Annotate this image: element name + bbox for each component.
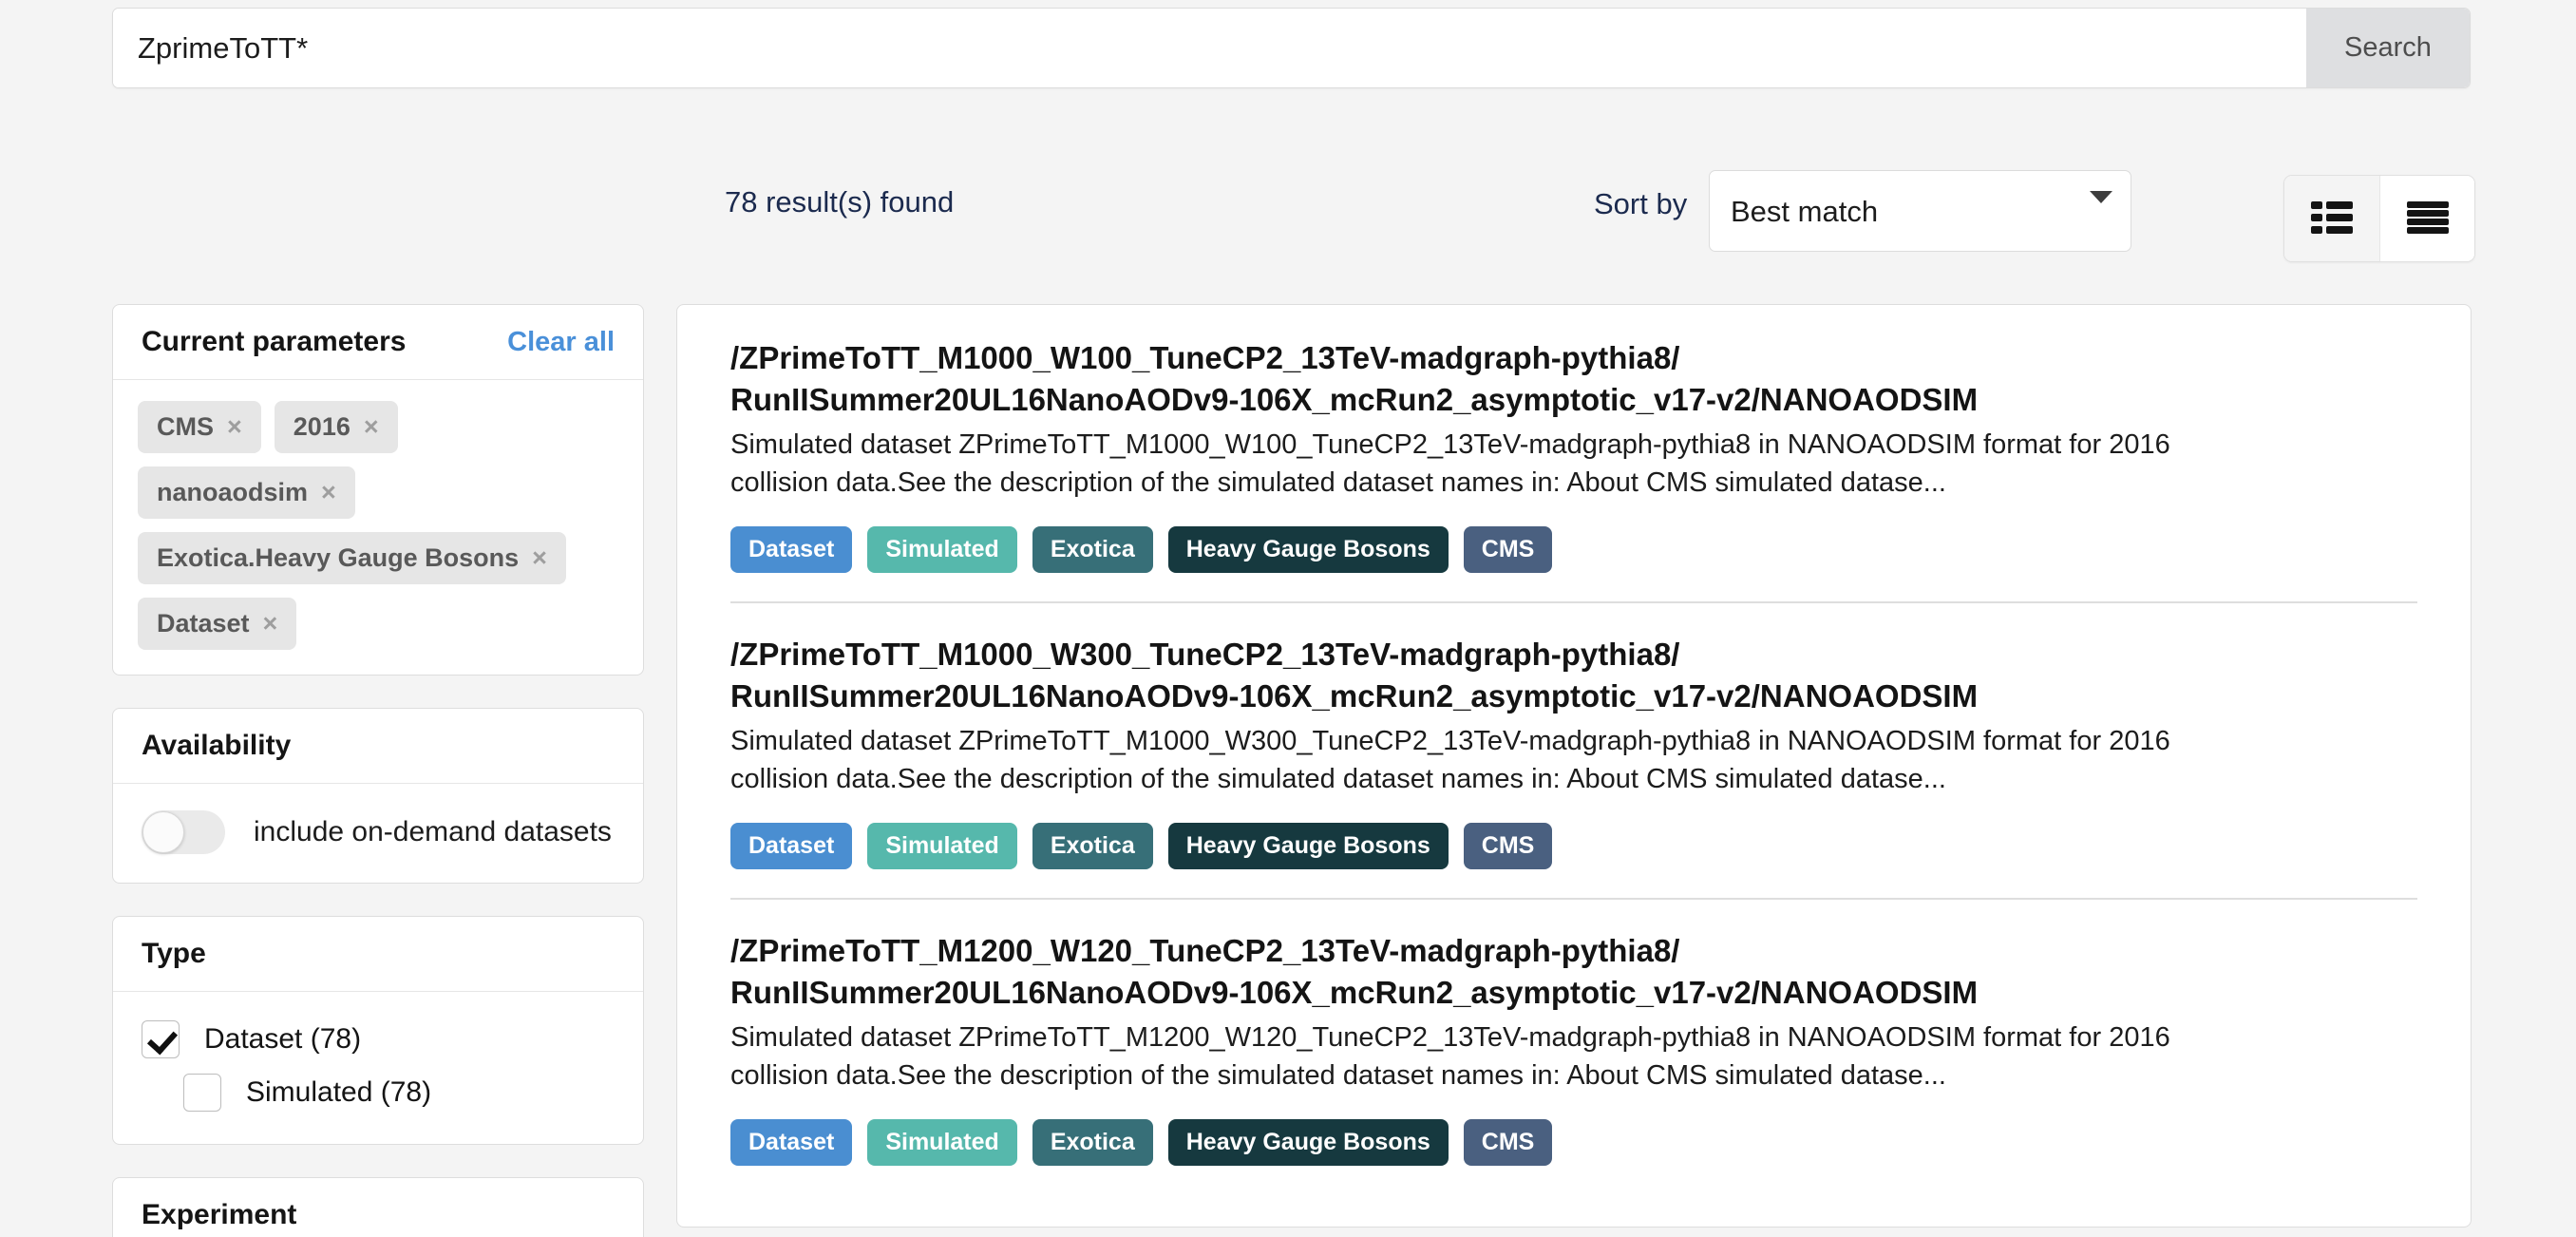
result-tag[interactable]: Exotica [1032, 1119, 1153, 1167]
clear-all-button[interactable]: Clear all [507, 327, 615, 358]
filter-chip[interactable]: nanoaodsim × [138, 466, 355, 519]
page-root: Search 78 result(s) found Sort by Best m… [0, 0, 2576, 1237]
filters-sidebar: Current parameters Clear all CMS × 2016 × na… [112, 304, 644, 1237]
results-toolbar: 78 result(s) found Sort by Best match [0, 162, 2576, 277]
result-description: Simulated dataset ZPrimeToTT_M1200_W120_… [730, 1022, 2170, 1092]
view-grid-button[interactable] [2284, 176, 2379, 261]
search-input[interactable] [113, 9, 2306, 87]
result-title[interactable]: /ZPrimeToTT_M1000_W100_TuneCP2_13TeV-mad… [730, 337, 2417, 420]
sort-by-label: Sort by [1594, 187, 1688, 220]
result-tag[interactable]: Dataset [730, 1119, 853, 1167]
on-demand-toggle[interactable] [142, 810, 225, 854]
result-title-line1: /ZPrimeToTT_M1200_W120_TuneCP2_13TeV-mad… [730, 933, 1680, 969]
on-demand-toggle-label: include on-demand datasets [254, 816, 612, 847]
current-parameters-card: Current parameters Clear all CMS × 2016 × na… [112, 304, 644, 676]
experiment-header: Experiment [113, 1178, 643, 1237]
result-title-line2: RunIISummer20UL16NanoAODv9-106X_mcRun2_a… [730, 974, 1979, 1010]
active-filter-chips: CMS × 2016 × nanoaodsim × Exotica.Heavy Gauge … [138, 401, 618, 650]
type-header: Type [113, 917, 643, 992]
result-tag[interactable]: Heavy Gauge Bosons [1167, 1119, 1449, 1167]
result-title-line1: /ZPrimeToTT_M1000_W100_TuneCP2_13TeV-mad… [730, 340, 1680, 375]
experiment-title: Experiment [142, 1199, 297, 1230]
filter-chip[interactable]: Exotica.Heavy Gauge Bosons × [138, 532, 566, 584]
result-title-line2: RunIISummer20UL16NanoAODv9-106X_mcRun2_a… [730, 381, 1979, 417]
on-demand-toggle-row: include on-demand datasets [138, 805, 618, 858]
bars-icon [2406, 200, 2449, 237]
view-mode-toggle [2283, 175, 2475, 262]
type-body: Dataset (78) Simulated (78) [113, 992, 643, 1144]
checkbox-icon[interactable] [183, 1074, 221, 1112]
filter-checkbox-row[interactable]: Dataset (78) [138, 1013, 618, 1066]
result-tags: Dataset Simulated Exotica Heavy Gauge Boson… [730, 823, 2417, 870]
current-parameters-header: Current parameters Clear all [113, 305, 643, 380]
result-item: /ZPrimeToTT_M1000_W300_TuneCP2_13TeV-mad… [677, 601, 2471, 898]
result-tag[interactable]: Dataset [730, 526, 853, 574]
checkbox-checked-icon[interactable] [142, 1020, 180, 1058]
type-card: Type Dataset (78) Simulated (78) [112, 916, 644, 1145]
result-tag[interactable]: CMS [1463, 526, 1553, 574]
results-panel: /ZPrimeToTT_M1000_W100_TuneCP2_13TeV-mad… [676, 304, 2472, 1227]
close-icon[interactable]: × [532, 545, 547, 571]
result-tag[interactable]: Exotica [1032, 526, 1153, 574]
result-tag[interactable]: CMS [1463, 1119, 1553, 1167]
close-icon[interactable]: × [364, 414, 379, 440]
sort-select[interactable]: Best match [1709, 170, 2131, 252]
filter-chip-label: Exotica.Heavy Gauge Bosons [157, 543, 520, 572]
toggle-knob [142, 811, 184, 853]
experiment-card: Experiment CMS (78) [112, 1177, 644, 1237]
filter-chip-label: CMS [157, 412, 214, 441]
result-item: /ZPrimeToTT_M1000_W100_TuneCP2_13TeV-mad… [677, 305, 2471, 601]
search-bar: Search [112, 8, 2471, 88]
view-list-button[interactable] [2379, 176, 2474, 261]
filter-chip[interactable]: 2016 × [274, 401, 398, 453]
result-tag[interactable]: Simulated [867, 526, 1017, 574]
result-tag[interactable]: Exotica [1032, 823, 1153, 870]
filter-chip-label: nanoaodsim [157, 478, 309, 506]
result-count: 78 result(s) found [725, 185, 955, 219]
th-list-icon [2311, 200, 2353, 237]
result-item: /ZPrimeToTT_M1200_W120_TuneCP2_13TeV-mad… [677, 898, 2471, 1194]
availability-header: Availability [113, 709, 643, 784]
search-button[interactable]: Search [2306, 9, 2470, 87]
result-description: Simulated dataset ZPrimeToTT_M1000_W300_… [730, 726, 2170, 795]
sort-select-wrapper: Best match [1709, 170, 2131, 252]
result-tags: Dataset Simulated Exotica Heavy Gauge Boson… [730, 1119, 2417, 1167]
availability-body: include on-demand datasets [113, 784, 643, 883]
result-tag[interactable]: Heavy Gauge Bosons [1167, 823, 1449, 870]
result-tag[interactable]: Heavy Gauge Bosons [1167, 526, 1449, 574]
result-tag[interactable]: Dataset [730, 823, 853, 870]
result-tag[interactable]: CMS [1463, 823, 1553, 870]
availability-card: Availability include on-demand datasets [112, 708, 644, 884]
close-icon[interactable]: × [263, 611, 278, 637]
result-description: Simulated dataset ZPrimeToTT_M1000_W100_… [730, 429, 2170, 499]
result-title[interactable]: /ZPrimeToTT_M1200_W120_TuneCP2_13TeV-mad… [730, 930, 2417, 1013]
result-tag[interactable]: Simulated [867, 823, 1017, 870]
filter-chip-label: 2016 [293, 412, 350, 441]
result-tag[interactable]: Simulated [867, 1119, 1017, 1167]
result-tags: Dataset Simulated Exotica Heavy Gauge Boson… [730, 526, 2417, 574]
close-icon[interactable]: × [321, 480, 336, 505]
current-parameters-body: CMS × 2016 × nanoaodsim × Exotica.Heavy Gauge … [113, 380, 643, 675]
filter-checkbox-label: Dataset (78) [204, 1023, 362, 1055]
availability-title: Availability [142, 730, 292, 761]
type-title: Type [142, 938, 206, 969]
filter-chip[interactable]: CMS × [138, 401, 261, 453]
filter-checkbox-label: Simulated (78) [246, 1076, 432, 1108]
result-title-line1: /ZPrimeToTT_M1000_W300_TuneCP2_13TeV-mad… [730, 637, 1680, 673]
result-title-line2: RunIISummer20UL16NanoAODv9-106X_mcRun2_a… [730, 677, 1979, 714]
filter-checkbox-row[interactable]: Simulated (78) [138, 1066, 618, 1119]
filter-chip[interactable]: Dataset × [138, 598, 297, 650]
filter-chip-label: Dataset [157, 609, 250, 638]
result-title[interactable]: /ZPrimeToTT_M1000_W300_TuneCP2_13TeV-mad… [730, 634, 2417, 716]
close-icon[interactable]: × [227, 414, 242, 440]
current-parameters-title: Current parameters [142, 326, 407, 357]
